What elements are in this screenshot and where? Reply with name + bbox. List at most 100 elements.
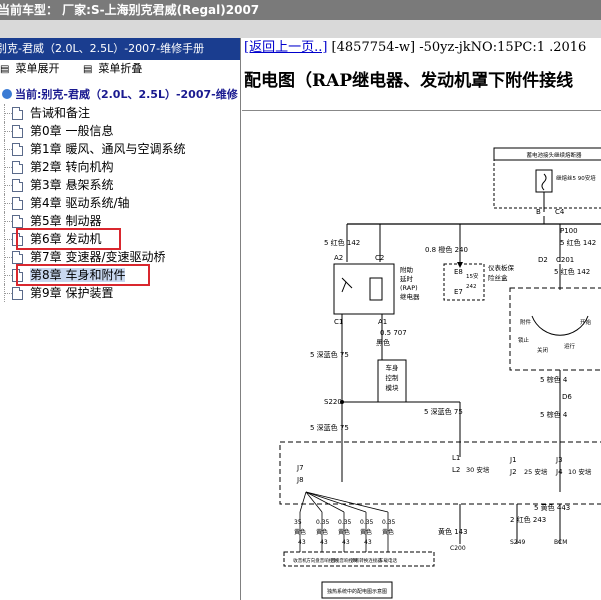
connector-label: L2: [452, 466, 460, 474]
tree-item[interactable]: 第2章 转向机构: [0, 158, 240, 176]
connector-label: J3: [555, 456, 563, 464]
tree-item[interactable]: 告诫和备注: [0, 104, 240, 122]
switch-label: 附件: [520, 318, 532, 326]
splice-value: 黄色: [382, 528, 394, 536]
tree-line: [4, 203, 12, 204]
connector-label: J1: [509, 456, 517, 464]
module-label: 控制: [386, 373, 400, 382]
wire-label: 5 深蓝色 75: [310, 350, 349, 359]
back-link[interactable]: [返回上一页..]: [244, 40, 327, 55]
collapse-icon[interactable]: ▤: [83, 61, 92, 79]
document-icon: [12, 161, 23, 174]
doc-info: [4857754-w] -50yz-jkNO:15PC:1 .2016: [327, 40, 587, 55]
relay-label: 继电器: [400, 292, 420, 301]
relay-label: (RAP): [400, 284, 418, 292]
divider: [242, 110, 601, 111]
tree-root[interactable]: 当前:别克-君威（2.0L、2.5L）-2007-维修: [0, 86, 240, 104]
connector-label: E8: [454, 268, 463, 276]
document-icon: [12, 125, 23, 138]
splice-value: 黄色: [294, 528, 306, 536]
device-label: 收音机: [293, 557, 307, 564]
switch-label: 锁止: [518, 336, 530, 344]
tree-item[interactable]: 第3章 悬架系统: [0, 176, 240, 194]
menu-tools: ▤ 菜单展开 ▤ 菜单折叠: [0, 60, 240, 78]
tree-item[interactable]: 第4章 驱动系统/轴: [0, 194, 240, 212]
tree-line: [4, 131, 12, 132]
connector-label: D6: [562, 393, 572, 401]
connector-label: A1: [378, 318, 387, 326]
tree-line: [4, 113, 12, 114]
splice-value: 0.35: [382, 519, 396, 526]
ref-label: BCM: [554, 539, 567, 546]
ref-label: C200: [450, 545, 466, 552]
module-label: 模块: [386, 383, 400, 392]
wiring-diagram: 蓄电池接头继续熔断器继熔丝5 90安培 B C4 P100 5 红色 142 0.8 橙色…: [279, 147, 601, 599]
connector-label: J4: [555, 468, 563, 476]
fuse-block-label: 蓄电池接头继续熔断器: [526, 151, 582, 159]
tree-item-label: 第2章 转向机构: [30, 160, 114, 174]
relay-label: 附助: [400, 265, 414, 274]
tree-item-label: 第4章 驱动系统/轴: [30, 196, 130, 210]
splice-value: 43: [320, 539, 328, 546]
panel-label: 仪表板保: [488, 263, 515, 272]
wire: [299, 491, 307, 513]
ref-label: S249: [510, 539, 525, 546]
splice-value: 0.35: [360, 519, 374, 526]
device-label: 诊断转换连接器: [350, 557, 382, 564]
connector-label: J8: [296, 476, 304, 484]
wire-label: 0.5 707: [380, 329, 407, 337]
tree-item[interactable]: 第1章 暖风、通风与空调系统: [0, 140, 240, 158]
tree-item-label: 告诫和备注: [30, 106, 91, 120]
document-icon: [12, 197, 23, 210]
tree-item[interactable]: 第0章 一般信息: [0, 122, 240, 140]
tree-root-label: 当前:别克-君威（2.0L、2.5L）-2007-维修: [15, 88, 238, 101]
wire-label: 5 深蓝色 75: [424, 407, 463, 416]
document-icon: [12, 143, 23, 156]
wire-label: 10 安培: [568, 467, 592, 476]
wire: [305, 491, 367, 513]
relay-switch: [341, 277, 353, 293]
fuse-label: 继熔丝5 90安培: [556, 174, 596, 182]
wire-label: 0.8 橙色 240: [425, 245, 468, 254]
connector-label: P100: [560, 227, 578, 235]
switch-label: 开始: [580, 318, 592, 326]
wire-label: 25 安培: [524, 467, 548, 476]
splice-value: 35: [294, 519, 302, 526]
distribution-box: [279, 441, 601, 505]
wire-label: 5 红色 142: [560, 238, 596, 247]
splice-value: 0.35: [338, 519, 352, 526]
tree-item-label: 第0章 一般信息: [30, 124, 114, 138]
wire-label: 5 红色 142: [554, 267, 590, 276]
doc-title: 配电图（RAP继电器、发动机罩下附件接线: [244, 71, 574, 91]
splice-value: 黄色: [338, 528, 350, 536]
fuse-symbol: [541, 173, 547, 191]
wire-label: 5 红色 142: [324, 238, 360, 247]
wire-label: 30 安培: [466, 465, 490, 474]
chapter-tree: 告诫和备注第0章 一般信息第1章 暖风、通风与空调系统 第2章 转向机构 第3章 悬…: [0, 104, 240, 302]
tree-item[interactable]: 第9章 保护装置: [0, 284, 240, 302]
tree-item[interactable]: 第6章 发动机: [0, 228, 240, 250]
tree-line: [4, 149, 12, 150]
tree-item-label: 第1章 暖风、通风与空调系统: [30, 142, 186, 156]
tree-item-label: 第3章 悬架系统: [30, 178, 114, 192]
ignition-switch-box: [509, 287, 601, 371]
nav-bar: [返回上一页..] [4857754-w] -50yz-jkNO:15PC:1 …: [242, 38, 601, 58]
device-label: 车载电话: [379, 557, 397, 564]
wire-label: 2 红色 243: [510, 515, 546, 524]
tree-item[interactable]: 第8章 车身和附件: [0, 264, 240, 286]
left-pane: 别克-君威（2.0L、2.5L）-2007-维修手册 ▤ 菜单展开 ▤ 菜单折叠 当…: [0, 38, 241, 600]
tree-line: [4, 257, 12, 258]
splice-value: 0.35: [316, 519, 330, 526]
tree-item-label: 第7章 变速器/变速驱动桥: [30, 250, 166, 264]
wire: [305, 491, 345, 513]
connector-label: C201: [556, 256, 574, 264]
collapse-menu-button[interactable]: 菜单折叠: [98, 62, 142, 75]
connector-label: S220: [324, 398, 342, 406]
tree-line: [4, 275, 12, 276]
tree-line: [4, 293, 12, 294]
panel-label: 险丝盒: [488, 273, 508, 282]
expand-icon[interactable]: ▤: [0, 61, 9, 79]
tree-line: [4, 221, 12, 222]
document-icon: [12, 251, 23, 264]
expand-menu-button[interactable]: 菜单展开: [15, 62, 59, 75]
